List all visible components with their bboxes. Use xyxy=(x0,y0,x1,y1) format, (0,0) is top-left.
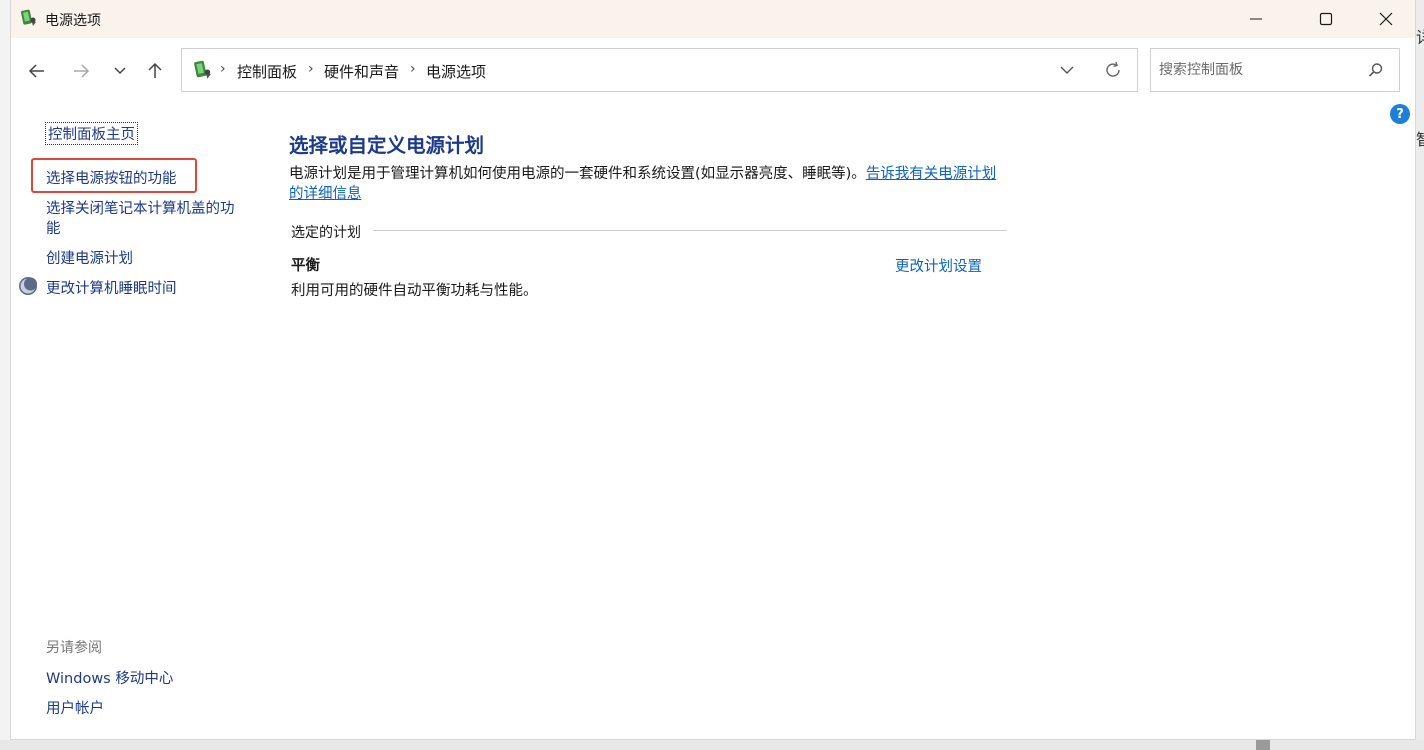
power-options-window: 电源选项 › 控制面板 › 硬件和声音 › 电源选项 搜索控制面板 ? 控制面板… xyxy=(10,0,1416,740)
plan-radio-label[interactable]: 平衡 xyxy=(291,254,320,275)
address-bar[interactable]: › 控制面板 › 硬件和声音 › 电源选项 xyxy=(181,48,1138,92)
minimize-icon xyxy=(1250,18,1262,20)
power-options-icon xyxy=(194,60,211,79)
background-app-edge xyxy=(1416,0,1424,750)
help-icon[interactable]: ? xyxy=(1390,104,1410,124)
recent-locations-button[interactable] xyxy=(105,56,135,86)
search-box[interactable] xyxy=(1150,48,1400,92)
forward-button[interactable] xyxy=(66,56,96,86)
refresh-icon[interactable] xyxy=(1102,59,1124,81)
page-title: 选择或自定义电源计划 xyxy=(289,134,485,157)
maximize-icon xyxy=(1319,12,1333,26)
forward-arrow-icon xyxy=(74,64,90,78)
chevron-down-icon xyxy=(114,67,126,75)
navigation-bar: › 控制面板 › 硬件和声音 › 电源选项 xyxy=(11,38,1415,102)
section-divider xyxy=(373,230,1007,231)
up-arrow-icon xyxy=(148,62,162,78)
control-panel-home-link[interactable]: 控制面板主页 xyxy=(45,122,138,145)
background-bottom-edge xyxy=(0,740,1424,750)
change-sleep-time-link[interactable]: 更改计算机睡眠时间 xyxy=(46,277,177,298)
breadcrumb-separator[interactable]: › xyxy=(220,61,226,77)
close-icon xyxy=(1379,12,1393,26)
background-glyph: 智 xyxy=(1416,126,1424,150)
description-text: 电源计划是用于管理计算机如何使用电源的一套硬件和系统设置(如显示器亮度、睡眠等)… xyxy=(289,166,866,182)
window-title: 电源选项 xyxy=(45,13,101,29)
breadcrumb-power-options[interactable]: 电源选项 xyxy=(426,61,486,82)
up-button[interactable] xyxy=(140,56,170,86)
page-description: 电源计划是用于管理计算机如何使用电源的一套硬件和系统设置(如显示器亮度、睡眠等)… xyxy=(289,164,1009,204)
moon-icon xyxy=(19,277,37,295)
search-icon[interactable] xyxy=(1367,61,1385,79)
maximize-button[interactable] xyxy=(1297,0,1355,38)
close-button[interactable] xyxy=(1357,0,1415,38)
power-button-function-link[interactable]: 选择电源按钮的功能 xyxy=(46,167,177,188)
chevron-down-icon[interactable] xyxy=(1056,59,1078,81)
windows-mobility-center-link[interactable]: Windows 移动中心 xyxy=(46,667,173,688)
title-bar[interactable]: 电源选项 xyxy=(11,0,1415,38)
breadcrumb-separator[interactable]: › xyxy=(410,61,416,77)
breadcrumb-separator[interactable]: › xyxy=(308,61,314,77)
search-input[interactable] xyxy=(1159,59,1359,81)
create-power-plan-link[interactable]: 创建电源计划 xyxy=(46,247,133,268)
plan-description: 利用可用的硬件自动平衡功耗与性能。 xyxy=(291,283,538,299)
change-plan-settings-link[interactable]: 更改计划设置 xyxy=(895,255,982,276)
background-scroll-marker xyxy=(1256,740,1270,750)
breadcrumb-hardware-sound[interactable]: 硬件和声音 xyxy=(324,61,399,82)
minimize-button[interactable] xyxy=(1227,0,1285,38)
lid-close-function-link[interactable]: 选择关闭笔记本计算机盖的功 xyxy=(46,197,235,218)
breadcrumb-control-panel[interactable]: 控制面板 xyxy=(237,61,297,82)
power-options-icon xyxy=(20,9,36,26)
background-glyph: 详 xyxy=(1416,24,1424,48)
selected-plan-heading: 选定的计划 xyxy=(291,222,367,242)
back-button[interactable] xyxy=(22,56,52,86)
lid-close-function-link-continued[interactable]: 能 xyxy=(46,217,61,238)
back-arrow-icon xyxy=(28,64,44,78)
see-also-heading: 另请参阅 xyxy=(46,640,102,656)
user-accounts-link[interactable]: 用户帐户 xyxy=(46,697,104,718)
